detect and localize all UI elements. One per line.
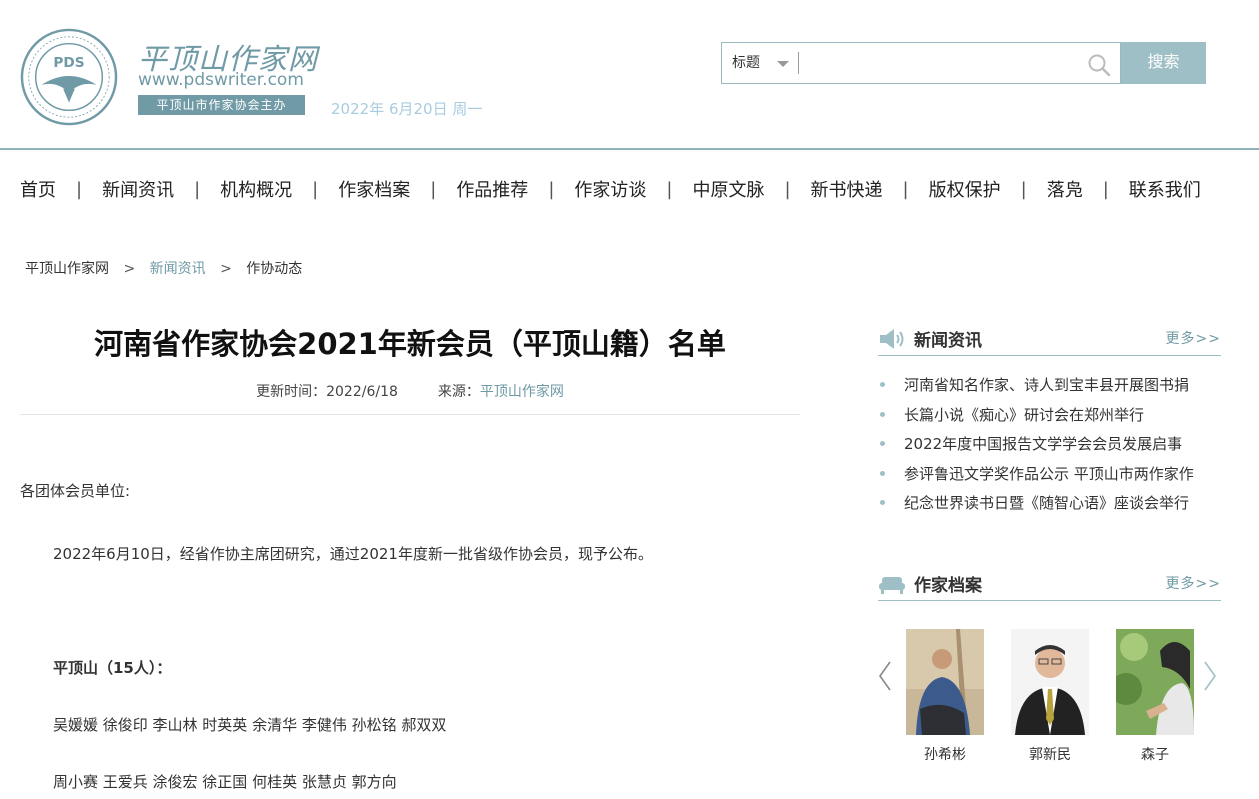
current-date: 2022年 6月20日 周一 <box>331 100 483 118</box>
search-input[interactable] <box>798 52 1078 74</box>
nav-item[interactable]: 作家访谈 <box>574 176 646 202</box>
nav-item[interactable]: 新书快递 <box>811 176 883 202</box>
nav-separator: | <box>666 178 673 200</box>
breadcrumb: 平顶山作家网 > 新闻资讯 > 作协动态 <box>25 258 302 278</box>
breadcrumb-separator: > <box>220 261 232 277</box>
news-list-item[interactable]: 纪念世界读书日暨《随智心语》座谈会举行 <box>878 492 1221 522</box>
article-meta: 更新时间：2022/6/18 来源：平顶山作家网 <box>20 381 800 401</box>
news-list: 河南省知名作家、诗人到宝丰县开展图书捐 长篇小说《痴心》研讨会在郑州举行 2022年… <box>878 374 1221 522</box>
writer-photo[interactable] <box>1110 629 1194 735</box>
association-seal-logo[interactable]: PDS <box>20 28 118 126</box>
chevron-down-icon[interactable] <box>777 61 789 67</box>
writers-more-link[interactable]: 更多>> <box>1166 573 1221 593</box>
speaker-icon <box>880 329 904 349</box>
news-list-item[interactable]: 参评鲁迅文学奖作品公示 平顶山市两作家作 <box>878 463 1221 493</box>
article-source-link[interactable]: 平顶山作家网 <box>480 384 564 400</box>
search-button[interactable]: 搜索 <box>1121 42 1206 84</box>
article-source-label: 来源： <box>437 384 480 400</box>
article-updated: 更新时间：2022/6/18 <box>256 384 398 400</box>
news-section-header: 新闻资讯 更多>> <box>878 326 1221 356</box>
sofa-icon <box>879 577 905 594</box>
nav-separator: | <box>312 178 319 200</box>
article-divider <box>20 414 800 415</box>
nav-item[interactable]: 中原文脉 <box>692 176 764 202</box>
nav-item[interactable]: 落凫 <box>1047 176 1083 202</box>
article-paragraph: 2022年6月10日，经省作协主席团研究，通过2021年度新一批省级作协会员，现… <box>53 545 653 563</box>
search-box: 标题 <box>721 42 1121 84</box>
nav-separator: | <box>784 178 791 200</box>
writer-card[interactable]: 森子 <box>1110 629 1194 764</box>
news-list-item[interactable]: 河南省知名作家、诗人到宝丰县开展图书捐 <box>878 374 1221 404</box>
article-salutation: 各团体会员单位: <box>20 482 131 500</box>
nav-separator: | <box>76 178 83 200</box>
search-icon[interactable] <box>1086 52 1112 78</box>
nav-item[interactable]: 首页 <box>20 176 56 202</box>
host-organization-label: 平顶山市作家协会主办 <box>138 95 305 115</box>
news-section-title: 新闻资讯 <box>914 331 982 351</box>
article-names-line: 周小赛 王爱兵 涂俊宏 徐正国 何桂英 张慧贞 郭方向 <box>53 773 397 791</box>
article-group-title: 平顶山（15人）： <box>53 659 172 677</box>
breadcrumb-home[interactable]: 平顶山作家网 <box>25 261 109 277</box>
nav-separator: | <box>548 178 555 200</box>
nav-separator: | <box>194 178 201 200</box>
nav-item[interactable]: 机构概况 <box>220 176 292 202</box>
news-more-link[interactable]: 更多>> <box>1166 328 1221 348</box>
nav-separator: | <box>1102 178 1109 200</box>
site-header: PDS 平顶山作家网 www.pdswriter.com 平顶山市作家协会主办 … <box>0 0 1259 150</box>
writers-carousel: 孙希彬 郭新民 森子 <box>874 629 1224 769</box>
writer-name[interactable]: 郭新民 <box>1011 744 1089 764</box>
writer-name[interactable]: 森子 <box>1116 744 1194 764</box>
main-nav: 首页 | 新闻资讯 | 机构概况 | 作家档案 | 作品推荐 | 作家访谈 | 中原文脉 | 新书快递 | 版权… <box>20 176 1201 202</box>
search-field-select[interactable]: 标题 <box>732 43 760 83</box>
writer-name[interactable]: 孙希彬 <box>906 744 984 764</box>
chevron-right-icon[interactable] <box>1202 659 1218 693</box>
writer-photo[interactable] <box>906 629 984 735</box>
nav-item[interactable]: 作家档案 <box>338 176 410 202</box>
nav-item[interactable]: 版权保护 <box>929 176 1001 202</box>
nav-item[interactable]: 联系我们 <box>1129 176 1201 202</box>
news-list-item[interactable]: 长篇小说《痴心》研讨会在郑州举行 <box>878 404 1221 434</box>
writer-card[interactable]: 郭新民 <box>1011 629 1089 764</box>
article-title: 河南省作家协会2021年新会员（平顶山籍）名单 <box>94 327 726 361</box>
nav-item[interactable]: 新闻资讯 <box>102 176 174 202</box>
nav-separator: | <box>902 178 909 200</box>
seal-abbr: PDS <box>53 55 84 71</box>
news-list-item[interactable]: 2022年度中国报告文学学会会员发展启事 <box>878 433 1221 463</box>
writers-section-title: 作家档案 <box>914 576 982 596</box>
breadcrumb-section[interactable]: 新闻资讯 <box>150 261 206 277</box>
writer-photo[interactable] <box>1011 629 1089 735</box>
site-url[interactable]: www.pdswriter.com <box>138 70 304 90</box>
writer-card[interactable]: 孙希彬 <box>906 629 984 764</box>
nav-item[interactable]: 作品推荐 <box>456 176 528 202</box>
nav-separator: | <box>1020 178 1027 200</box>
nav-separator: | <box>430 178 437 200</box>
article-names-line: 吴媛媛 徐俊印 李山林 时英英 余清华 李健伟 孙松铭 郝双双 <box>53 716 447 734</box>
chevron-left-icon[interactable] <box>877 659 893 693</box>
writers-section-header: 作家档案 更多>> <box>878 571 1221 601</box>
breadcrumb-current: 作协动态 <box>246 261 303 277</box>
breadcrumb-separator: > <box>123 261 136 277</box>
search-bar: 标题 搜索 <box>721 42 1206 84</box>
